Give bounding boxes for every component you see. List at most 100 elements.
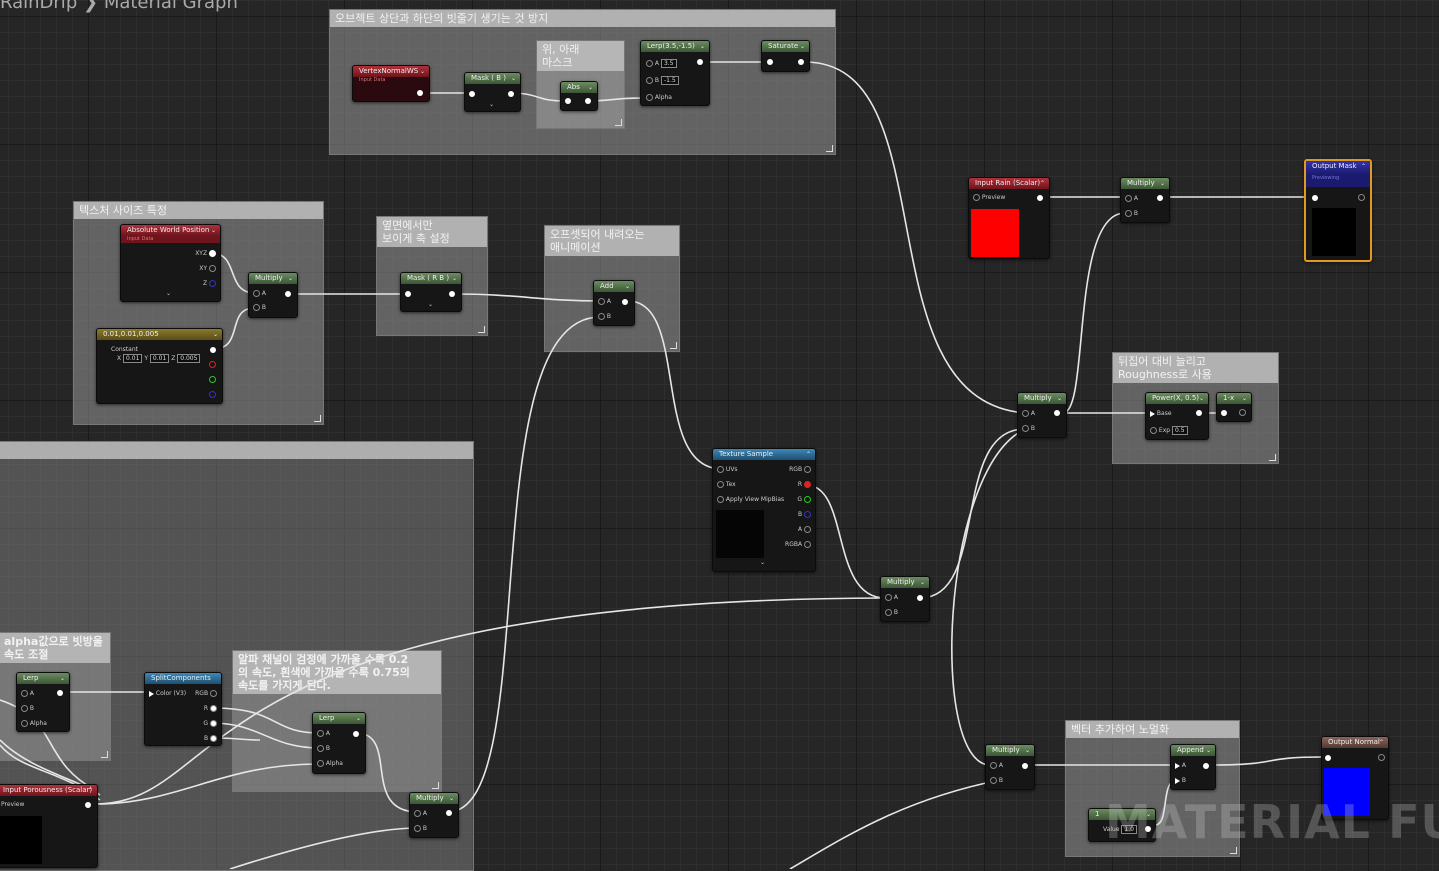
chevron-up-icon[interactable]: ⌃ [1361, 161, 1366, 172]
node-mask-b[interactable]: Mask ( B ) ⌄ ⌄ [464, 72, 521, 112]
pin-b[interactable]: B [598, 313, 611, 321]
chevron-down-icon[interactable]: ⌄ [588, 82, 593, 93]
node-mask-rb[interactable]: Mask ( R B ) ⌄ ⌄ [400, 272, 462, 312]
chevron-down-icon[interactable]: ⌄ [211, 225, 216, 236]
node-lerp-left[interactable]: Lerp ⌄ A B Alpha [16, 672, 70, 732]
node-multiply-bottom[interactable]: Multiply ⌄ A B [409, 792, 459, 838]
expand-icon[interactable]: ⌄ [489, 101, 494, 109]
node-input-porousness-scalar[interactable]: Input Porousness (Scalar) ⌃ Preview [0, 784, 98, 868]
pin-base[interactable]: Base [1150, 410, 1172, 418]
pin-b[interactable]: B [1022, 425, 1035, 433]
output-pin[interactable] [449, 291, 455, 297]
pin-rgb[interactable]: RGB [195, 690, 217, 698]
pin-a[interactable]: A [885, 594, 898, 602]
exp-field[interactable]: 0.5 [1172, 426, 1188, 435]
chevron-down-icon[interactable]: ⌄ [920, 577, 925, 588]
pin-exp[interactable]: Exp 0.5 [1150, 426, 1188, 435]
output-pin[interactable] [285, 291, 291, 297]
node-split-components[interactable]: SplitComponents Color (V3) RGB R G B [144, 672, 222, 746]
output-pin[interactable] [1358, 194, 1365, 202]
y-field[interactable]: 0.01 [149, 354, 170, 363]
input-pin[interactable] [565, 98, 571, 104]
output-pin[interactable] [917, 595, 923, 601]
node-lerp-top[interactable]: Lerp(3.5,-1.5) ⌄ A 3.5 B -1.5 Alpha [640, 40, 710, 106]
input-pin[interactable] [1325, 755, 1331, 761]
pin-alpha[interactable]: Alpha [21, 720, 47, 728]
node-add[interactable]: Add ⌄ A B [593, 280, 635, 326]
chevron-down-icon[interactable]: ⌄ [1025, 745, 1030, 756]
pin-b[interactable]: B [317, 745, 330, 753]
output-pin[interactable] [798, 59, 804, 65]
pin-a[interactable]: A [1022, 410, 1035, 418]
pin-a[interactable]: A [1175, 762, 1186, 770]
pin-a[interactable]: A [253, 290, 266, 298]
pin-b[interactable]: B -1.5 [646, 76, 679, 85]
output-pin[interactable] [1378, 754, 1385, 762]
chevron-down-icon[interactable]: ⌄ [1242, 393, 1247, 404]
node-one-minus[interactable]: 1-x ⌄ [1216, 392, 1252, 422]
input-pin[interactable] [1221, 410, 1227, 416]
pin-r[interactable] [209, 361, 216, 369]
chevron-down-icon[interactable]: ⌄ [700, 41, 705, 52]
input-pin[interactable] [405, 291, 411, 297]
expand-icon[interactable]: ⌄ [760, 559, 765, 567]
node-output-mask[interactable]: Output Mask ⌃ Previewing [1304, 159, 1372, 262]
output-pin[interactable] [210, 347, 216, 353]
chevron-down-icon[interactable]: ⌄ [213, 329, 218, 340]
output-pin[interactable] [1203, 763, 1209, 769]
output-pin[interactable] [1239, 409, 1246, 417]
value-field[interactable]: 3.5 [660, 59, 677, 68]
pin-tex[interactable]: Tex [717, 481, 736, 489]
pin-rgba[interactable]: RGBA [785, 541, 811, 549]
node-multiply-normal[interactable]: Multiply ⌄ A B [985, 744, 1035, 790]
pin-b[interactable]: B [253, 304, 266, 312]
chevron-down-icon[interactable]: ⌄ [420, 66, 425, 77]
chevron-down-icon[interactable]: ⌄ [1057, 393, 1062, 404]
chevron-up-icon[interactable]: ⌃ [806, 449, 811, 460]
output-pin[interactable] [585, 98, 591, 104]
expand-icon[interactable]: ⌄ [166, 290, 171, 298]
pin-uvs[interactable]: UVs [717, 466, 738, 474]
node-lerp-mid[interactable]: Lerp ⌄ A B Alpha [312, 712, 366, 774]
chevron-down-icon[interactable]: ⌄ [1199, 393, 1204, 404]
node-constant-3-vector[interactable]: 0.01,0.01,0.005 ⌄ Constant X 0.01 Y 0.01 … [96, 328, 223, 404]
pin-z[interactable]: Z [203, 280, 216, 288]
pin-g[interactable]: G [797, 496, 811, 504]
output-pin[interactable] [1196, 410, 1202, 416]
pin-color[interactable]: Color (V3) [149, 690, 186, 698]
pin-r[interactable]: R [798, 481, 811, 489]
chevron-down-icon[interactable]: ⌄ [511, 73, 516, 84]
chevron-down-icon[interactable]: ⌄ [449, 793, 454, 804]
node-absolute-world-position[interactable]: Absolute World Position ⌄ Input Data XYZ … [120, 224, 221, 302]
chevron-up-icon[interactable]: ⌃ [88, 785, 93, 796]
node-multiply-rain[interactable]: Multiply ⌄ A B [1120, 177, 1170, 223]
output-pin[interactable] [446, 810, 452, 816]
output-pin[interactable] [85, 802, 91, 808]
output-pin[interactable] [1037, 195, 1043, 201]
output-pin[interactable] [697, 59, 703, 65]
node-input-rain-scalar[interactable]: Input Rain (Scalar) ⌃ Preview [968, 177, 1050, 259]
chevron-up-icon[interactable]: ⌃ [1379, 737, 1384, 748]
pin-preview[interactable]: Preview [973, 194, 1005, 202]
constant-fields[interactable]: X 0.01 Y 0.01 Z 0.005 [117, 354, 201, 363]
input-pin[interactable] [767, 59, 773, 65]
z-field[interactable]: 0.005 [177, 354, 201, 363]
x-field[interactable]: 0.01 [123, 354, 143, 363]
pin-a[interactable]: A [990, 762, 1003, 770]
node-multiply-texture-2[interactable]: Multiply ⌄ A B [880, 576, 930, 622]
pin-g[interactable] [209, 376, 216, 384]
output-pin[interactable] [622, 299, 628, 305]
node-power[interactable]: Power(X, 0.5) ⌄ Base Exp 0.5 [1145, 392, 1209, 440]
output-pin[interactable] [508, 91, 514, 97]
pin-b[interactable]: B [798, 511, 811, 519]
expand-icon[interactable]: ⌄ [428, 301, 433, 309]
pin-b[interactable]: B [414, 825, 427, 833]
output-pin[interactable] [57, 690, 63, 696]
node-multiply-mid[interactable]: Multiply ⌄ A B [1017, 392, 1067, 438]
chevron-down-icon[interactable]: ⌄ [1206, 745, 1211, 756]
node-multiply-texture[interactable]: Multiply ⌄ A B [248, 272, 298, 318]
chevron-down-icon[interactable]: ⌄ [625, 281, 630, 292]
output-pin[interactable] [1022, 763, 1028, 769]
pin-b[interactable]: B [1125, 210, 1138, 218]
node-texture-sample[interactable]: Texture Sample ⌃ UVs Tex Apply View MipBi… [712, 448, 816, 572]
